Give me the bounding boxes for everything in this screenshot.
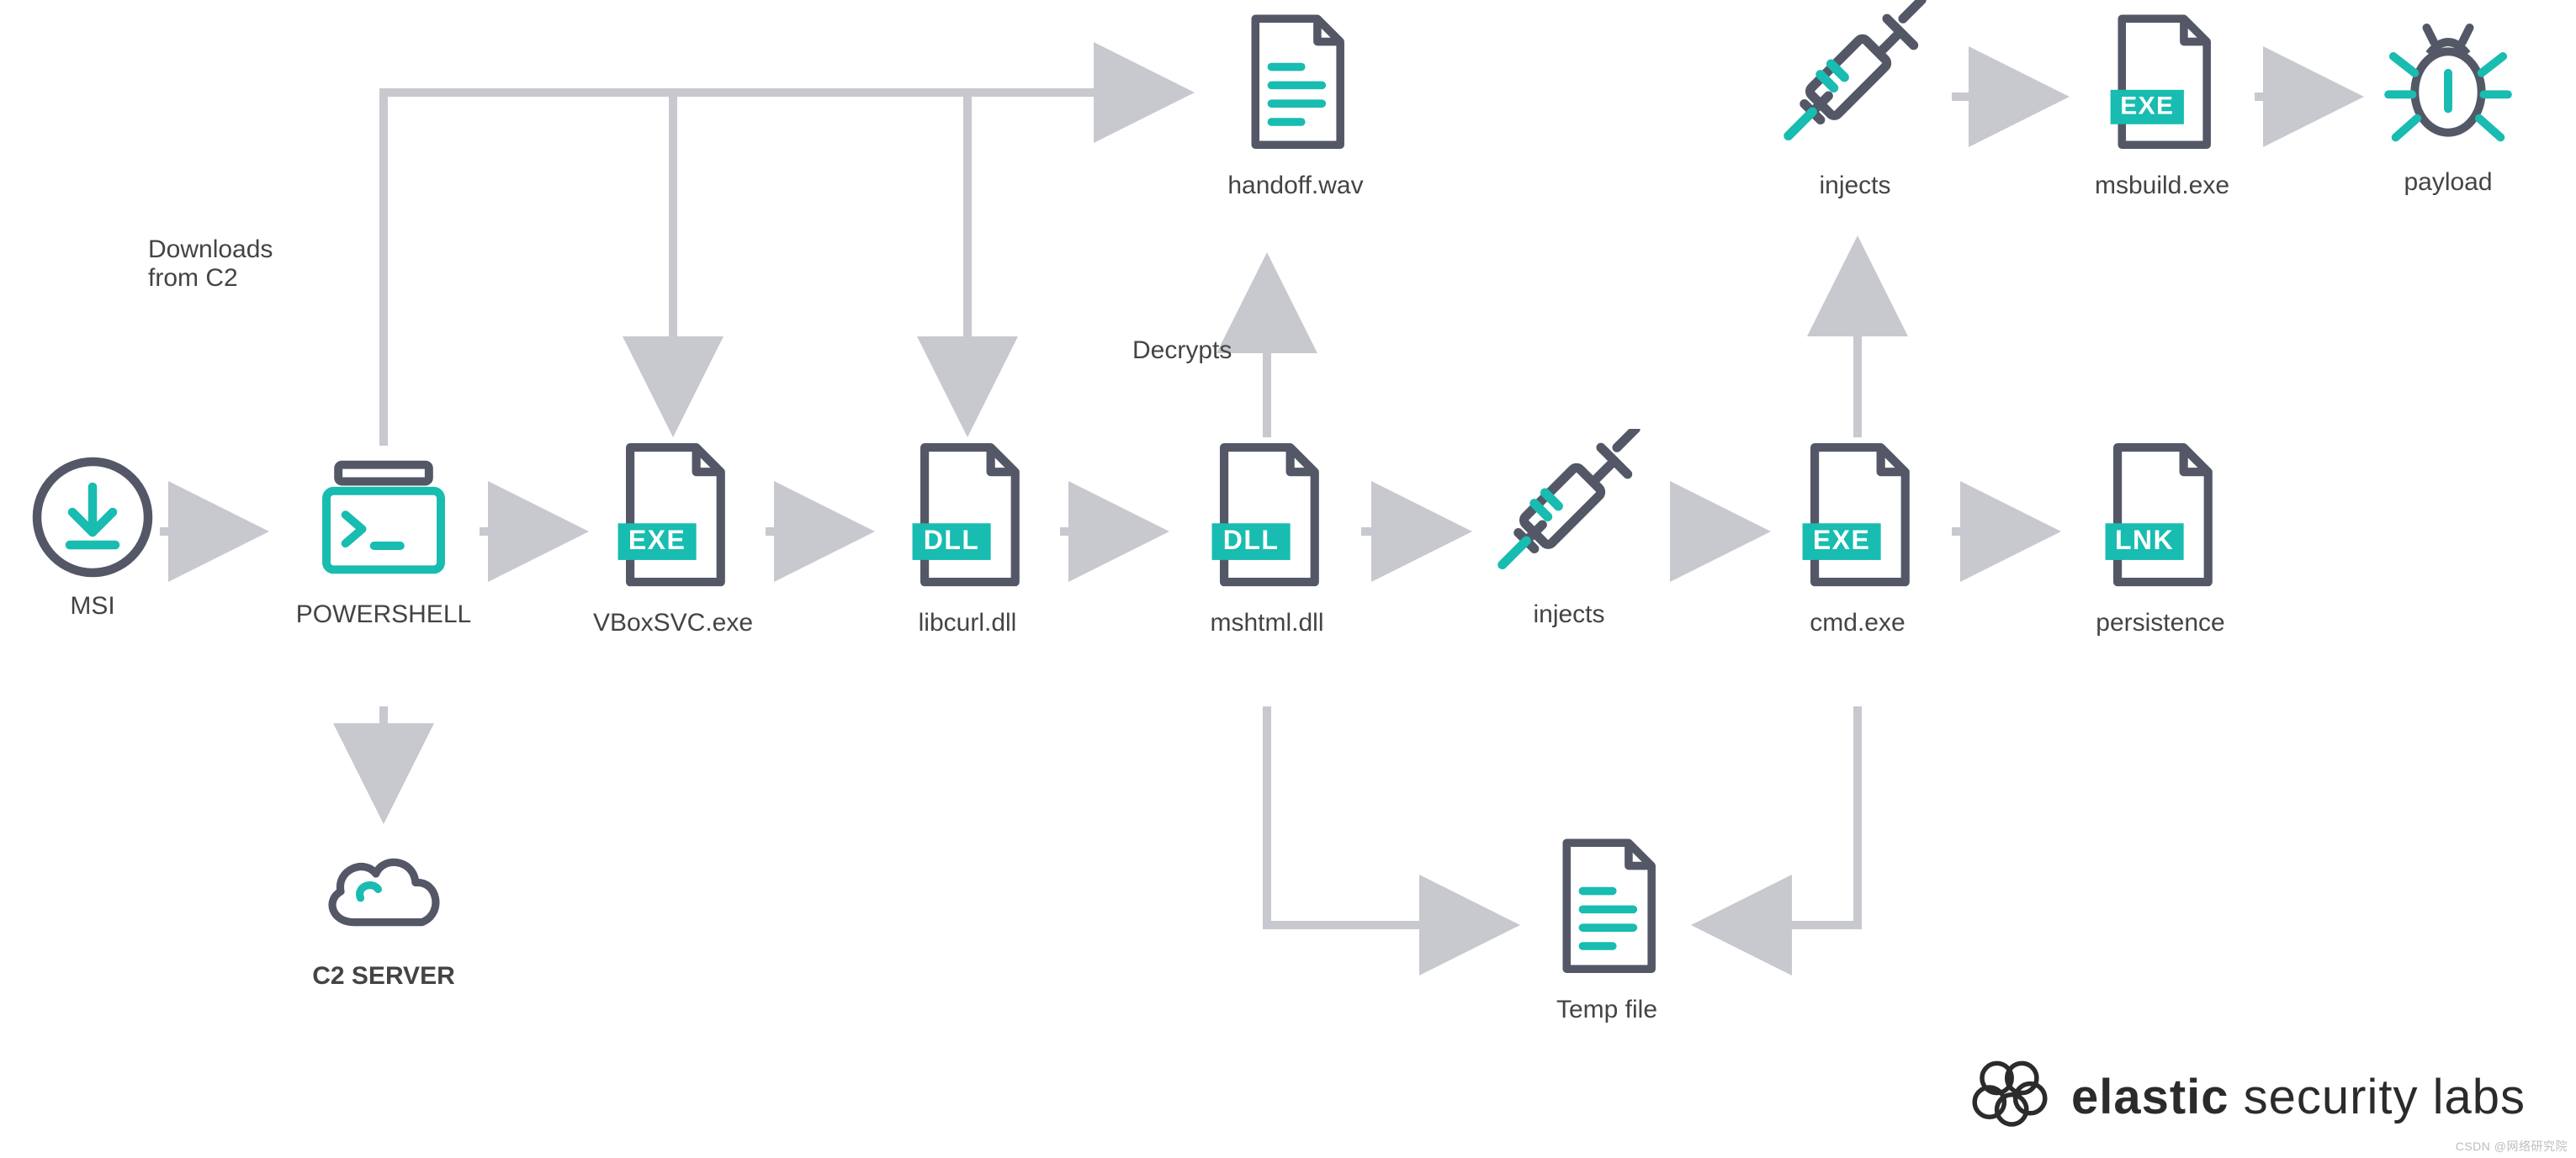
badge-text: DLL xyxy=(1223,525,1280,555)
badge-text: EXE xyxy=(2120,92,2174,119)
edge-label-downloads: Downloads from C2 xyxy=(148,235,273,293)
brand-text: elastic security labs xyxy=(2071,1069,2526,1125)
node-libcurl: DLL libcurl.dll xyxy=(875,437,1060,637)
badge-text: EXE xyxy=(1813,525,1870,555)
node-vboxsvc: EXE VBoxSVC.exe xyxy=(580,437,766,637)
node-handoff: handoff.wav xyxy=(1203,8,1388,200)
node-powershell: POWERSHELL xyxy=(283,446,485,629)
node-injects-top: injects xyxy=(1767,0,1943,200)
elastic-cluster-icon xyxy=(1964,1050,2056,1143)
file-text-icon xyxy=(1523,833,1691,984)
node-cmd: EXE cmd.exe xyxy=(1765,437,1950,637)
file-exe-icon: EXE xyxy=(580,437,766,597)
node-msbuild: EXE msbuild.exe xyxy=(2070,8,2255,200)
node-payload: payload xyxy=(2364,13,2532,197)
node-mshtml: DLL mshtml.dll xyxy=(1174,437,1360,637)
node-label: MSI xyxy=(17,592,168,621)
node-label: persistence xyxy=(2068,609,2253,637)
node-label: handoff.wav xyxy=(1203,172,1388,200)
badge-text: DLL xyxy=(924,525,980,555)
terminal-icon xyxy=(283,446,485,589)
node-c2server: C2 SERVER xyxy=(299,833,468,991)
file-dll-icon: DLL xyxy=(875,437,1060,597)
node-persistence: LNK persistence xyxy=(2068,437,2253,637)
watermark: CSDN @网络研究院 xyxy=(2456,1138,2568,1155)
file-exe-icon: EXE xyxy=(2070,8,2255,160)
file-exe-icon: EXE xyxy=(1765,437,1950,597)
cloud-icon xyxy=(299,833,468,950)
syringe-icon xyxy=(1481,429,1657,589)
edge-label-decrypts: Decrypts xyxy=(1132,336,1232,365)
node-label: VBoxSVC.exe xyxy=(580,609,766,637)
node-msi: MSI xyxy=(17,454,168,621)
node-label: POWERSHELL xyxy=(283,600,485,629)
badge-text: LNK xyxy=(2115,525,2174,555)
node-label: payload xyxy=(2364,168,2532,197)
download-icon xyxy=(17,454,168,580)
file-text-icon xyxy=(1203,8,1388,160)
file-lnk-icon: LNK xyxy=(2068,437,2253,597)
node-label: injects xyxy=(1481,600,1657,629)
node-label: cmd.exe xyxy=(1765,609,1950,637)
node-injects-mid: injects xyxy=(1481,429,1657,629)
node-label: msbuild.exe xyxy=(2070,172,2255,200)
node-label: C2 SERVER xyxy=(299,962,468,991)
node-label: Temp file xyxy=(1523,996,1691,1024)
node-label: libcurl.dll xyxy=(875,609,1060,637)
node-label: mshtml.dll xyxy=(1174,609,1360,637)
file-dll-icon: DLL xyxy=(1174,437,1360,597)
brand-logo: elastic security labs xyxy=(1964,1050,2526,1143)
node-tempfile: Temp file xyxy=(1523,833,1691,1024)
bug-icon xyxy=(2364,13,2532,156)
syringe-icon xyxy=(1767,0,1943,160)
node-label: injects xyxy=(1767,172,1943,200)
badge-text: EXE xyxy=(628,525,686,555)
